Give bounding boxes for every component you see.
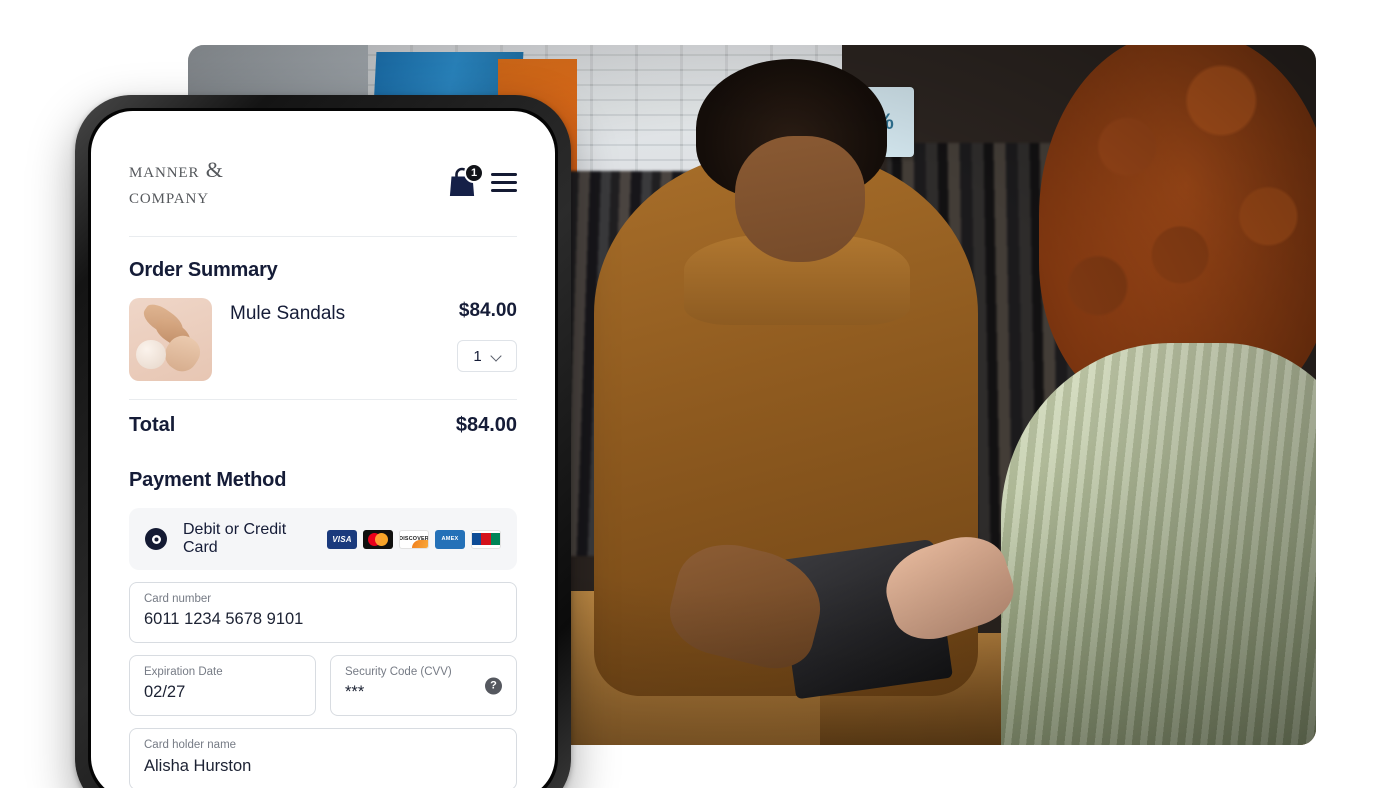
accepted-card-logos: VISA DISCOVER AMEX	[327, 529, 501, 549]
jcb-stripe-blue	[472, 533, 482, 546]
chevron-down-icon	[492, 352, 501, 361]
mastercard-circle-yellow	[375, 532, 388, 546]
card-holder-name-label: Card holder name	[144, 739, 237, 752]
order-item-info: Mule Sandals	[230, 298, 439, 325]
checkout-app: Manner & Company 1	[91, 111, 555, 788]
jcb-stripe-red	[481, 533, 491, 546]
card-number-label: Card number	[144, 593, 212, 606]
product-name: Mule Sandals	[230, 303, 346, 325]
payment-method-option[interactable]: Debit or Credit Card VISA DISCOVER AMEX	[129, 508, 517, 571]
payment-method-title: Payment Method	[129, 469, 287, 492]
card-number-field[interactable]: Card number 6011 1234 5678 9101	[129, 582, 517, 644]
card-holder-name-field[interactable]: Card holder name Alisha Hurston	[129, 728, 517, 788]
cart-button[interactable]: 1	[447, 162, 484, 199]
burger-line	[491, 189, 517, 193]
amex-logo: AMEX	[435, 529, 465, 549]
mastercard-logo	[363, 529, 393, 549]
order-item-right: $84.00 1	[457, 298, 517, 373]
discover-band	[412, 539, 428, 548]
total-value: $84.00	[455, 414, 517, 437]
visa-logo: VISA	[327, 529, 357, 549]
hamburger-menu-icon[interactable]	[491, 171, 517, 195]
quantity-select[interactable]: 1	[457, 340, 517, 373]
phone-bezel: Manner & Company 1	[88, 108, 558, 788]
radio-inner-dot	[151, 534, 161, 544]
expiration-date-label: Expiration Date	[144, 666, 223, 679]
sandal-prop-disc	[135, 339, 166, 370]
jcb-logo	[471, 529, 501, 549]
total-label: Total	[129, 414, 176, 437]
burger-line	[491, 180, 517, 185]
phone-mockup: Manner & Company 1	[75, 95, 571, 788]
burger-line	[491, 172, 517, 176]
brand-line-1: Manner &	[129, 157, 224, 182]
payment-method-label: Debit or Credit Card	[183, 521, 287, 557]
security-code-field[interactable]: Security Code (CVV) *** ?	[330, 655, 517, 717]
product-thumbnail[interactable]	[129, 298, 212, 382]
brand-logo[interactable]: Manner & Company	[129, 157, 224, 208]
jcb-stripe-green	[490, 533, 500, 546]
brand-line-2: Company	[129, 182, 209, 208]
total-row: Total $84.00	[129, 400, 517, 447]
header-actions: 1	[447, 162, 517, 199]
app-header: Manner & Company 1	[129, 111, 517, 238]
order-item-row: Mule Sandals $84.00 1	[129, 298, 517, 382]
phone-screen: Manner & Company 1	[91, 111, 555, 788]
expiration-date-field[interactable]: Expiration Date 02/27	[129, 655, 316, 717]
security-code-value[interactable]: ***	[345, 681, 502, 705]
expiry-cvv-row: Expiration Date 02/27 Security Code (CVV…	[129, 655, 517, 717]
expiration-date-value[interactable]: 02/27	[144, 681, 301, 705]
card-holder-name-value[interactable]: Alisha Hurston	[144, 755, 502, 779]
payment-radio-selected[interactable]	[145, 528, 167, 551]
product-price: $84.00	[458, 300, 517, 322]
discover-logo: DISCOVER	[399, 529, 429, 549]
page-canvas: % Manner &	[0, 0, 1400, 788]
card-number-value[interactable]: 6011 1234 5678 9101	[144, 608, 502, 632]
quantity-value: 1	[473, 347, 482, 365]
order-summary-title: Order Summary	[129, 259, 278, 282]
security-code-label: Security Code (CVV)	[345, 666, 452, 679]
cart-count-badge: 1	[464, 162, 484, 183]
question-mark-icon[interactable]: ?	[485, 677, 502, 695]
